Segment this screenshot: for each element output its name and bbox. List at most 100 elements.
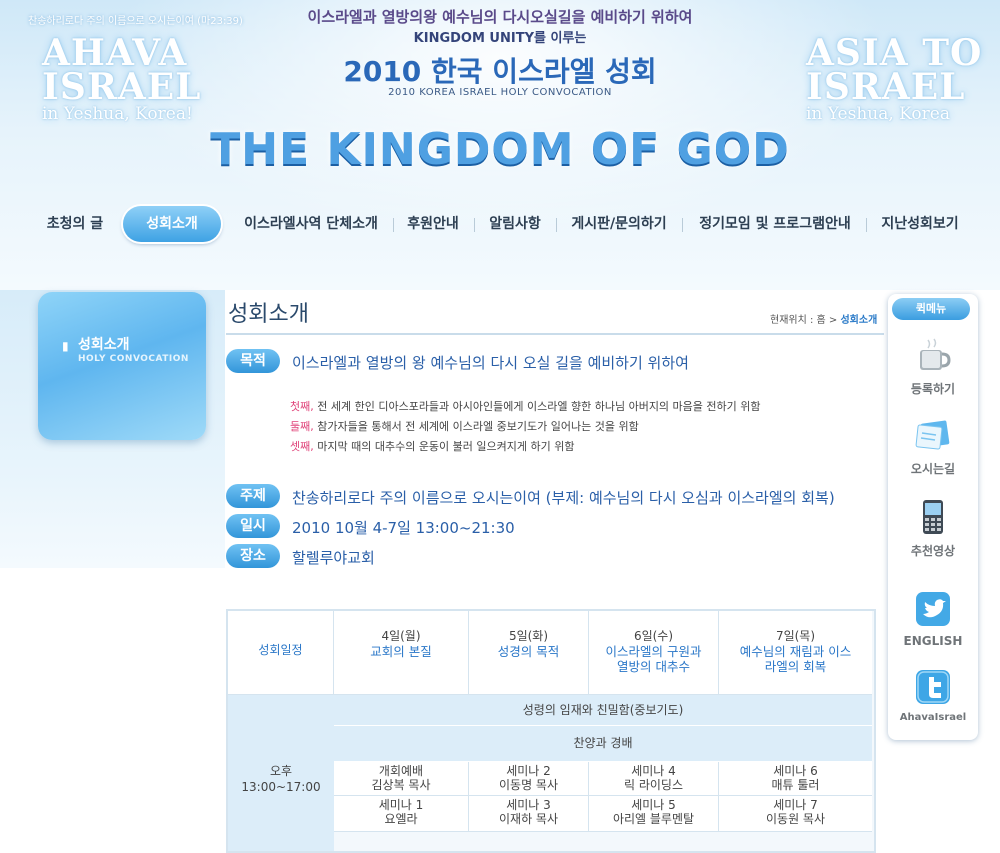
day-date: 4일(월) xyxy=(381,629,421,643)
session-title: 세미나 2 xyxy=(506,764,551,778)
session-speaker: 이동명 목사 xyxy=(498,778,558,792)
theme-text: 찬송하리로다 주의 이름으로 오시는이여 (부제: 예수님의 다시 오심과 이스… xyxy=(292,489,835,507)
schedule-table: 성회일정 4일(월) 교회의 본질 5일(화) 성경의 목적 6일(수) 이스라… xyxy=(226,609,876,853)
day-theme: 예수님의 재림과 이스라엘의 회복 xyxy=(739,644,852,674)
purpose-label: 목적 xyxy=(226,349,280,373)
session-title: 개회예배 xyxy=(378,764,424,778)
purpose-text: 이스라엘과 열방의 왕 예수님의 다시 오실 길을 예비하기 위하여 xyxy=(292,354,689,372)
schedule-day-header: 5일(화) 성경의 목적 xyxy=(469,611,589,694)
phone-icon xyxy=(914,498,952,536)
date-label: 일시 xyxy=(226,514,280,538)
nav-item-introduction[interactable]: 성회소개 xyxy=(123,206,221,242)
afternoon-row-header: 오후 13:00~17:00 xyxy=(228,694,334,851)
point-text: 마지막 때의 대추수의 운동이 불러 일으켜지게 하기 위함 xyxy=(313,440,575,453)
header-tagline: 이스라엘과 열방의왕 예수님의 다시오실길을 예비하기 위하여 xyxy=(307,8,693,26)
nav-separator xyxy=(682,218,683,232)
session-speaker: 매튜 툴러 xyxy=(771,778,820,792)
nav-item-past[interactable]: 지난성회보기 xyxy=(874,206,966,242)
quick-twitter[interactable]: AhavaIsrael xyxy=(888,668,978,723)
quick-menu: 퀵메뉴 등록하기 오시는길 추천영상 ENGLISH AhavaIsrael xyxy=(888,294,978,740)
place-label: 장소 xyxy=(226,544,280,568)
session-speaker: 아리엘 블루멘탈 xyxy=(612,812,695,826)
nav-separator xyxy=(393,218,394,232)
nav-separator xyxy=(474,218,475,232)
quick-english[interactable]: ENGLISH xyxy=(888,590,978,648)
nav-item-board[interactable]: 게시판/문의하기 xyxy=(566,206,672,242)
event-subtitle: 2010 KOREA ISRAEL HOLY CONVOCATION xyxy=(388,87,612,98)
quick-label: 추천영상 xyxy=(910,544,956,558)
schedule-session: 세미나 2 이동명 목사 xyxy=(469,762,589,796)
day-date: 7일(목) xyxy=(775,629,816,643)
schedule-session: 개회예배 김상복 목사 xyxy=(334,762,469,796)
point-number: 둘째, xyxy=(290,420,314,433)
session-speaker: 릭 라이딩스 xyxy=(623,778,683,792)
session-speaker: 이동원 목사 xyxy=(765,812,825,826)
quick-register[interactable]: 등록하기 xyxy=(888,336,978,397)
place-text: 할렐루야교회 xyxy=(292,549,375,567)
sidebar-subtitle: HOLY CONVOCATION xyxy=(78,354,189,364)
schedule-day-header: 7일(목) 예수님의 재림과 이스라엘의 회복 xyxy=(719,611,872,694)
page-title: 성회소개 xyxy=(228,302,309,327)
point-number: 셋째, xyxy=(290,440,314,453)
sidebar-title: 성회소개 xyxy=(78,337,130,353)
nav-separator xyxy=(556,218,557,232)
header-tagline-unity: KINGDOM UNITY를 이루는 xyxy=(413,31,587,46)
map-icon xyxy=(914,416,952,454)
quick-directions[interactable]: 오시는길 xyxy=(888,416,978,477)
quick-videos[interactable]: 추천영상 xyxy=(888,498,978,559)
sidebar-menu-box[interactable]: ▮ 성회소개 HOLY CONVOCATION xyxy=(38,292,206,440)
schedule-session: 세미나 5 아리엘 블루멘탈 xyxy=(589,796,719,832)
session-title: 세미나 5 xyxy=(631,798,676,812)
schedule-corner: 성회일정 xyxy=(228,611,334,694)
schedule-session: 세미나 3 이재하 목사 xyxy=(469,796,589,832)
schedule-day-header: 4일(월) 교회의 본질 xyxy=(334,611,469,694)
day-theme: 이스라엘의 구원과 열방의 대추수 xyxy=(605,644,702,674)
breadcrumb-current[interactable]: 성회소개 xyxy=(840,315,877,326)
point-number: 첫째, xyxy=(290,400,314,413)
schedule-session: 세미나 4 릭 라이딩스 xyxy=(589,762,719,796)
session-title: 세미나 3 xyxy=(506,798,551,812)
schedule-session: 세미나 7 이동원 목사 xyxy=(719,796,872,832)
day-theme: 교회의 본질 xyxy=(370,644,432,659)
nav-item-organizations[interactable]: 이스라엘사역 단체소개 xyxy=(238,206,384,242)
session-title: 세미나 1 xyxy=(378,798,424,812)
main-nav: 초청의 글 성회소개 이스라엘사역 단체소개 후원안내 알림사항 게시판/문의하… xyxy=(0,206,1000,242)
nav-item-support[interactable]: 후원안내 xyxy=(400,206,466,242)
cup-icon xyxy=(914,336,952,374)
title-divider xyxy=(226,333,884,335)
nav-item-notices[interactable]: 알림사항 xyxy=(482,206,548,242)
schedule-day-header: 6일(수) 이스라엘의 구원과 열방의 대추수 xyxy=(589,611,719,694)
quick-label: AhavaIsrael xyxy=(899,712,967,723)
breadcrumb-prefix: 현재위치 : 홈 > xyxy=(770,315,841,326)
session-title: 세미나 6 xyxy=(773,764,818,778)
nav-item-meetings[interactable]: 정기모임 및 프로그램안내 xyxy=(692,206,858,242)
point-text: 전 세계 한인 디아스포라들과 아시아인들에게 이스라엘 향한 하나님 아버지의… xyxy=(313,400,761,413)
event-title: 2010 한국 이스라엘 성회 xyxy=(343,55,657,88)
afternoon-time: 13:00~17:00 xyxy=(241,780,321,794)
quick-label: 등록하기 xyxy=(910,382,956,396)
breadcrumb: 현재위치 : 홈 > 성회소개 xyxy=(770,311,877,326)
day-theme: 성경의 목적 xyxy=(497,644,560,659)
afternoon-label: 오후 xyxy=(269,764,293,778)
purpose-point: 첫째, 전 세계 한인 디아스포라들과 아시아인들에게 이스라엘 향한 하나님 … xyxy=(290,398,761,414)
schedule-band-prayer: 성령의 임재와 친밀함(중보기도) xyxy=(334,694,872,726)
session-speaker: 요엘라 xyxy=(384,812,418,826)
purpose-point: 셋째, 마지막 때의 대추수의 운동이 불러 일으켜지게 하기 위함 xyxy=(290,438,574,454)
session-speaker: 이재하 목사 xyxy=(498,812,558,826)
schedule-session: 세미나 1 요엘라 xyxy=(334,796,469,832)
session-speaker: 김상복 목사 xyxy=(371,778,431,792)
nav-separator xyxy=(866,218,867,232)
quick-menu-title: 퀵메뉴 xyxy=(892,298,970,320)
logo-tagline: in Yeshua, Korea! xyxy=(42,104,193,124)
quick-label: ENGLISH xyxy=(903,634,963,648)
date-text: 2010 10월 4-7일 13:00~21:30 xyxy=(292,519,515,537)
kingdom-banner: THE KINGDOM OF GOD xyxy=(210,124,790,175)
pin-icon: ▮ xyxy=(62,339,69,353)
day-date: 5일(화) xyxy=(508,629,549,643)
session-title: 세미나 4 xyxy=(631,764,676,778)
session-title: 세미나 7 xyxy=(773,798,818,812)
quick-label: 오시는길 xyxy=(910,462,956,476)
purpose-point: 둘째, 참가자들을 통해서 전 세계에 이스라엘 중보기도가 일어나는 것을 위… xyxy=(290,418,639,434)
theme-label: 주제 xyxy=(226,484,280,508)
nav-item-invitation[interactable]: 초청의 글 xyxy=(40,206,110,242)
